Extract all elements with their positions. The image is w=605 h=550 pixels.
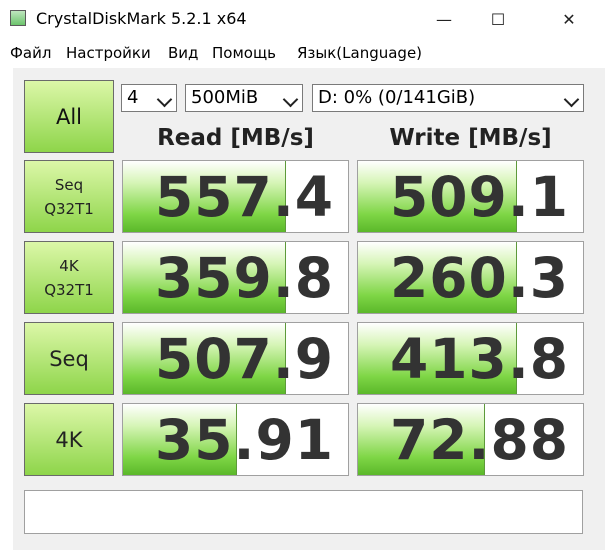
test-count-select[interactable]: 4	[121, 84, 177, 112]
test-button-label: 4K	[59, 256, 79, 275]
write-result-cell: 413.8	[357, 322, 584, 395]
minimize-icon: —	[436, 9, 452, 29]
test-button-3[interactable]: Seq	[24, 322, 114, 395]
chevron-down-icon	[563, 91, 580, 108]
read-result-value: 557.4	[155, 165, 334, 229]
read-header: Read [MB/s]	[157, 125, 314, 151]
test-button-label: Q32T1	[44, 199, 94, 218]
test-button-2[interactable]: 4K Q32T1	[24, 241, 114, 314]
read-result-value: 507.9	[155, 327, 334, 391]
read-result-cell: 359.8	[122, 241, 349, 314]
maximize-button[interactable]: ☐	[475, 0, 521, 38]
test-button-label: 4K	[55, 427, 83, 452]
read-result-cell: 557.4	[122, 160, 349, 233]
test-button-label: Q32T1	[44, 280, 94, 299]
write-result-value: 413.8	[390, 327, 569, 391]
write-header: Write [MB/s]	[389, 125, 552, 151]
menu-bar: Файл Настройки Вид Помощь Язык(Language)	[0, 38, 605, 68]
write-result-value: 509.1	[390, 165, 569, 229]
menu-file[interactable]: Файл	[10, 44, 51, 62]
chevron-down-icon	[156, 91, 173, 108]
read-result-cell: 35.91	[122, 403, 349, 476]
test-button-label: Seq	[54, 175, 84, 194]
app-icon	[10, 10, 26, 26]
all-button[interactable]: All	[24, 80, 114, 153]
write-result-value: 72.88	[390, 408, 569, 472]
menu-language[interactable]: Язык(Language)	[297, 44, 422, 62]
menu-help[interactable]: Помощь	[212, 44, 276, 62]
read-result-value: 359.8	[155, 246, 334, 310]
write-result-cell: 72.88	[357, 403, 584, 476]
maximize-icon: ☐	[490, 9, 506, 29]
menu-view[interactable]: Вид	[168, 44, 198, 62]
chevron-down-icon	[282, 91, 299, 108]
window-title: CrystalDiskMark 5.2.1 x64	[36, 9, 247, 28]
write-result-cell: 260.3	[357, 241, 584, 314]
title-bar: CrystalDiskMark 5.2.1 x64 — ☐ ✕	[0, 0, 605, 38]
test-button-4[interactable]: 4K	[24, 403, 114, 476]
test-button-label: Seq	[49, 346, 89, 371]
write-result-cell: 509.1	[357, 160, 584, 233]
close-icon: ✕	[562, 9, 576, 29]
minimize-button[interactable]: —	[421, 0, 467, 38]
test-count-value: 4	[127, 87, 139, 108]
test-size-value: 500MiB	[191, 87, 259, 108]
write-result-value: 260.3	[390, 246, 569, 310]
read-result-value: 35.91	[155, 408, 334, 472]
read-result-cell: 507.9	[122, 322, 349, 395]
test-button-1[interactable]: Seq Q32T1	[24, 160, 114, 233]
drive-select[interactable]: D: 0% (0/141GiB)	[312, 84, 584, 112]
menu-settings[interactable]: Настройки	[66, 44, 151, 62]
drive-value: D: 0% (0/141GiB)	[318, 87, 476, 108]
close-button[interactable]: ✕	[546, 0, 592, 38]
status-bar	[24, 490, 583, 534]
test-size-select[interactable]: 500MiB	[185, 84, 303, 112]
